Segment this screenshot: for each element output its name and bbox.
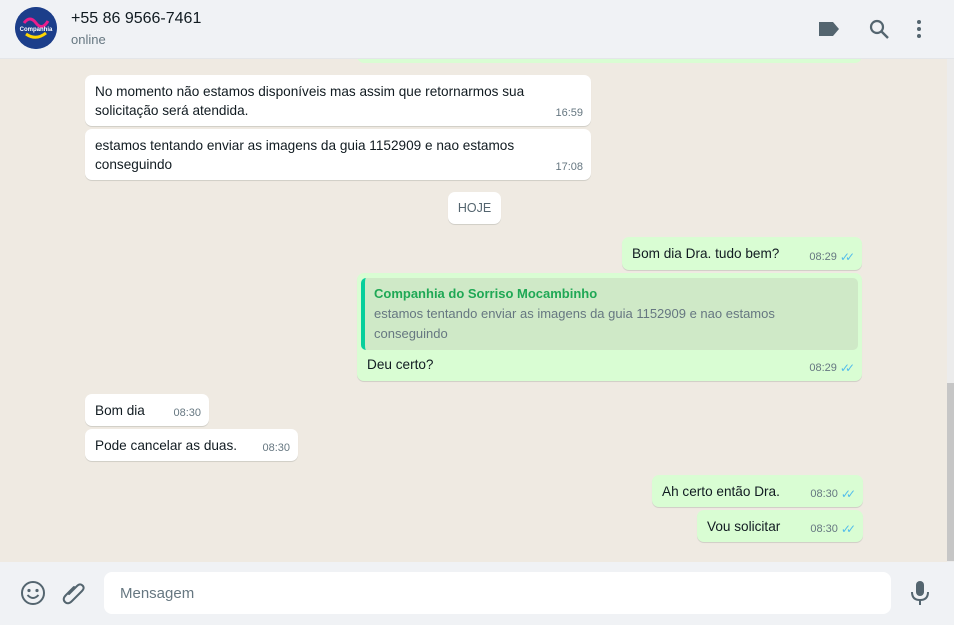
message-text: No momento não estamos disponíveis mas a… (95, 84, 525, 118)
contact-name[interactable]: +55 86 9566-7461 (71, 10, 201, 28)
avatar-logo-icon: Companhia (15, 7, 57, 49)
message-input[interactable] (104, 572, 891, 614)
attach-icon[interactable] (60, 579, 88, 607)
message-time: 16:59 (555, 107, 583, 119)
message-text: estamos tentando enviar as imagens da gu… (95, 138, 515, 172)
message-time: 08:30 (173, 407, 201, 419)
composer-bar (0, 562, 954, 625)
search-icon[interactable] (866, 16, 892, 42)
label-icon[interactable] (816, 16, 842, 42)
incoming-message[interactable]: estamos tentando enviar as imagens da gu… (85, 129, 591, 180)
message-text: Deu certo? (367, 357, 434, 372)
outgoing-reply-message[interactable]: Companhia do Sorriso Mocambinho estamos … (357, 273, 862, 381)
message-time: 08:30 (810, 488, 838, 500)
message-text: Vou solicitar (707, 519, 781, 534)
svg-text:Companhia: Companhia (20, 27, 53, 33)
message-time-wrap: 08:30 ✓✓ (810, 520, 856, 539)
message-bubble-partial (357, 59, 862, 63)
chat-panel: No momento não estamos disponíveis mas a… (0, 59, 954, 562)
quote-author: Companhia do Sorriso Mocambinho (374, 286, 598, 301)
message-text: Ah certo então Dra. (662, 484, 780, 499)
incoming-message[interactable]: Pode cancelar as duas. 08:30 (85, 429, 298, 461)
message-text: Pode cancelar as duas. (95, 438, 238, 453)
date-divider: HOJE (448, 192, 501, 224)
message-time: 08:30 (262, 442, 290, 454)
incoming-message[interactable]: No momento não estamos disponíveis mas a… (85, 75, 591, 126)
message-time: 08:30 (810, 523, 838, 535)
outgoing-message[interactable]: Ah certo então Dra. 08:30 ✓✓ (652, 475, 863, 507)
microphone-icon[interactable] (906, 579, 934, 607)
read-ticks-icon: ✓✓ (840, 487, 856, 501)
message-time: 08:29 (809, 251, 837, 263)
message-time: 08:29 (809, 362, 837, 374)
message-time-wrap: 08:30 ✓✓ (810, 485, 856, 504)
read-ticks-icon: ✓✓ (840, 522, 856, 536)
menu-icon[interactable] (906, 16, 932, 42)
message-time-wrap: 08:29 ✓✓ (809, 248, 855, 267)
message-text: Bom dia (95, 403, 145, 418)
message-text: Bom dia Dra. tudo bem? (632, 246, 780, 261)
read-ticks-icon: ✓✓ (839, 250, 855, 264)
contact-status: online (71, 32, 106, 47)
message-time-wrap: 08:29 ✓✓ (809, 359, 855, 378)
quote-text: estamos tentando enviar as imagens da gu… (374, 306, 775, 341)
quoted-message[interactable]: Companhia do Sorriso Mocambinho estamos … (361, 278, 858, 350)
incoming-message[interactable]: Bom dia 08:30 (85, 394, 209, 426)
read-ticks-icon: ✓✓ (839, 361, 855, 375)
message-time: 17:08 (555, 161, 583, 173)
outgoing-message[interactable]: Bom dia Dra. tudo bem? 08:29 ✓✓ (622, 237, 862, 270)
emoji-icon[interactable] (19, 579, 47, 607)
contact-avatar[interactable]: Companhia (15, 7, 57, 49)
outgoing-message[interactable]: Vou solicitar 08:30 ✓✓ (697, 510, 863, 542)
chat-header: Companhia +55 86 9566-7461 online (0, 0, 954, 59)
